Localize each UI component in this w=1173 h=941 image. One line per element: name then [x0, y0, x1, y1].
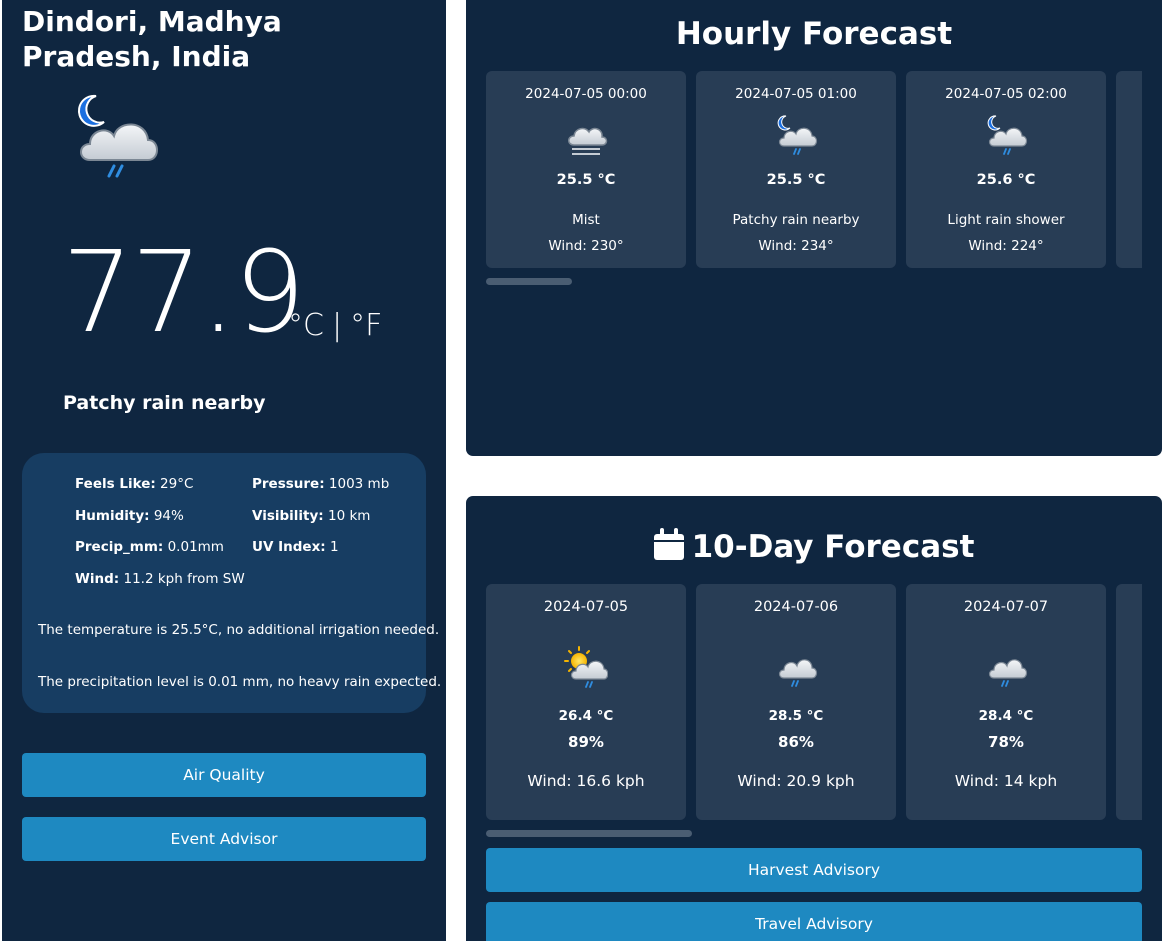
hourly-temperature: 25.5 °C [766, 172, 826, 188]
cloud-rain-icon [984, 646, 1028, 690]
sun-cloud-rain-icon [564, 646, 609, 690]
daily-temperature: 28.5 °C [768, 708, 824, 724]
weather-details-card: Feels Like: 29°C Pressure: 1003 mb Humid… [22, 453, 441, 713]
daily-card: 2024-07-06 28.5 °C 86% Wind: 20.9 kph [696, 584, 896, 820]
hourly-wind: Wind: 234° [758, 238, 834, 254]
hourly-condition: Light rain shower [947, 212, 1065, 228]
daily-card: 2024-07-05 26.4 °C 89% Wind: 16.6 kph [486, 584, 686, 820]
air-quality-button[interactable]: Air Quality [22, 753, 426, 797]
hourly-condition: Mist [572, 212, 600, 228]
hourly-wind: Wind: 230° [548, 238, 624, 254]
ten-day-forecast-panel: 10-Day Forecast 2024-07-05 26.4 °C 89% W… [466, 496, 1162, 941]
daily-humidity: 78% [988, 733, 1024, 751]
feels-like: Feels Like: 29°C [75, 476, 193, 492]
hourly-card: 2024-07-05 01:00 25.5 °C Patchy rain nea… [696, 71, 896, 268]
daily-card: 2024-07-07 28.4 °C 78% Wind: 14 kph [906, 584, 1106, 820]
precip-value: 0.01mm [167, 539, 224, 555]
hourly-forecast-title: Hourly Forecast [675, 16, 953, 52]
wind-label: Wind: [75, 571, 120, 587]
location-title: Dindori, Madhya Pradesh, India [22, 5, 282, 73]
feels-like-value: 29°C [160, 476, 194, 492]
wind: Wind: 11.2 kph from SW [75, 571, 245, 587]
hourly-temperature: 25.5 °C [556, 172, 616, 188]
moon-cloud-rain-icon [774, 113, 818, 157]
current-temperature: 77.9 [62, 228, 305, 358]
hourly-time: 2024-07-05 01:00 [735, 86, 857, 102]
humidity: Humidity: 94% [75, 508, 184, 524]
visibility-label: Visibility: [252, 508, 324, 524]
daily-date: 2024-07-06 [753, 599, 839, 615]
hourly-time: 2024-07-05 02:00 [945, 86, 1067, 102]
humidity-label: Humidity: [75, 508, 150, 524]
unit-toggle: °C | °F [288, 306, 382, 346]
hourly-card [1116, 71, 1142, 268]
travel-advisory-button[interactable]: Travel Advisory [486, 902, 1142, 941]
hourly-temperature: 25.6 °C [976, 172, 1036, 188]
daily-temperature: 26.4 °C [558, 708, 614, 724]
moon-cloud-rain-icon [72, 92, 162, 184]
unit-separator: | [331, 308, 343, 343]
hourly-card: 2024-07-05 00:00 25.5 °C Mist Wind: 230° [486, 71, 686, 268]
wind-value: 11.2 kph from SW [123, 571, 245, 587]
precipitation: Precip_mm: 0.01mm [75, 539, 224, 555]
feels-like-label: Feels Like: [75, 476, 156, 492]
daily-humidity: 86% [778, 733, 814, 751]
hourly-forecast-panel: Hourly Forecast 2024-07-05 00:00 25.5 °C… [466, 0, 1162, 456]
cloud-rain-icon [774, 646, 818, 690]
daily-card [1116, 584, 1142, 820]
hourly-condition: Patchy rain nearby [732, 212, 860, 228]
pressure: Pressure: 1003 mb [252, 476, 389, 492]
ten-day-forecast-title-text: 10-Day Forecast [691, 529, 975, 565]
fahrenheit-toggle[interactable]: °F [350, 308, 382, 343]
uv-label: UV Index: [252, 539, 326, 555]
pressure-label: Pressure: [252, 476, 325, 492]
daily-wind: Wind: 16.6 kph [527, 772, 645, 790]
ten-day-forecast-title: 10-Day Forecast [466, 527, 1162, 570]
daily-date: 2024-07-05 [543, 599, 629, 615]
daily-temperature: 28.4 °C [978, 708, 1034, 724]
current-condition: Patchy rain nearby [63, 392, 266, 414]
calendar-icon [653, 528, 684, 570]
hourly-wind: Wind: 224° [968, 238, 1044, 254]
precip-label: Precip_mm: [75, 539, 164, 555]
visibility: Visibility: 10 km [252, 508, 370, 524]
mist-cloud-icon [564, 119, 608, 163]
irrigation-note: The temperature is 25.5°C, no additional… [38, 622, 440, 638]
hourly-time: 2024-07-05 00:00 [525, 86, 647, 102]
daily-wind: Wind: 14 kph [954, 772, 1058, 790]
precipitation-note: The precipitation level is 0.01 mm, no h… [38, 674, 442, 690]
current-weather-panel: Dindori, Madhya Pradesh, India 77.9 °C | °… [2, 0, 446, 941]
uv-value: 1 [329, 539, 339, 555]
moon-cloud-rain-icon [984, 113, 1028, 157]
hourly-card: 2024-07-05 02:00 25.6 °C Light rain show… [906, 71, 1106, 268]
hourly-scrollbar[interactable] [486, 278, 572, 285]
celsius-toggle[interactable]: °C [288, 308, 324, 343]
pressure-value: 1003 mb [328, 476, 390, 492]
daily-wind: Wind: 20.9 kph [737, 772, 855, 790]
visibility-value: 10 km [328, 508, 371, 524]
event-advisor-button[interactable]: Event Advisor [22, 817, 426, 861]
humidity-value: 94% [153, 508, 184, 524]
daily-cards-strip[interactable]: 2024-07-05 26.4 °C 89% Wind: 16.6 kph 20… [486, 584, 1142, 820]
daily-date: 2024-07-07 [963, 599, 1049, 615]
uv-index: UV Index: 1 [252, 539, 339, 555]
daily-scrollbar[interactable] [486, 830, 692, 837]
hourly-cards-strip[interactable]: 2024-07-05 00:00 25.5 °C Mist Wind: 230°… [486, 71, 1142, 268]
harvest-advisory-button[interactable]: Harvest Advisory [486, 848, 1142, 892]
daily-humidity: 89% [568, 733, 604, 751]
